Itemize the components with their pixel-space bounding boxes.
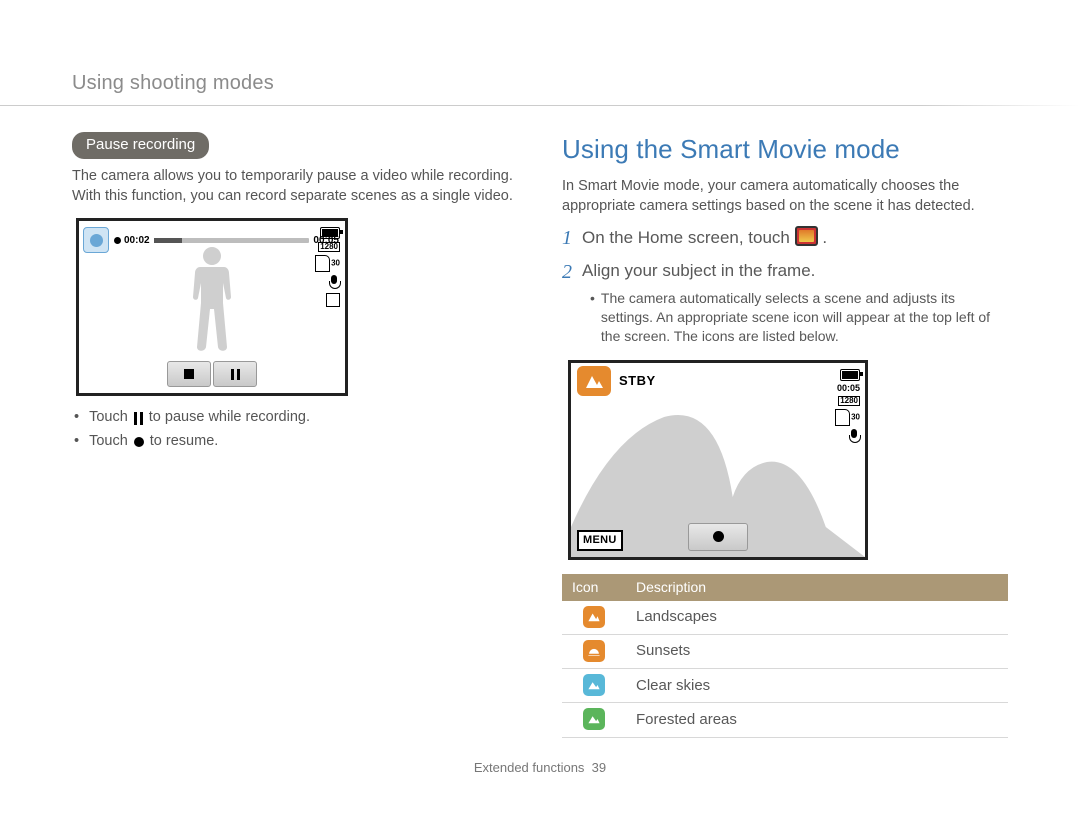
clear-sky-icon bbox=[583, 674, 605, 696]
recording-screen-mockup: 00:02 00:05 1280 30 bbox=[76, 218, 348, 396]
row-desc: Landscapes bbox=[626, 601, 1008, 635]
pause-intro: The camera allows you to temporarily pau… bbox=[72, 167, 518, 206]
step-2-sub-text: The camera automatically selects a scene… bbox=[601, 289, 1008, 346]
forest-icon bbox=[583, 708, 605, 730]
battery-icon-2 bbox=[840, 369, 860, 381]
subject-silhouette bbox=[183, 247, 241, 357]
chapter-title: Using shooting modes bbox=[72, 72, 274, 95]
stby-label: STBY bbox=[619, 372, 656, 390]
scene-badge-icon bbox=[577, 366, 611, 396]
sd-fps: 30 bbox=[315, 255, 340, 272]
sd-fps-2: 30 bbox=[835, 409, 860, 426]
section-title: Using the Smart Movie mode bbox=[562, 132, 1008, 167]
chapter-underline bbox=[0, 105, 1080, 106]
step-1-text-post: . bbox=[822, 228, 827, 247]
row-desc: Clear skies bbox=[626, 669, 1008, 703]
playback-controls bbox=[167, 361, 257, 387]
smart-movie-icon bbox=[795, 226, 818, 246]
th-desc: Description bbox=[626, 574, 1008, 601]
status-icons: 1280 30 bbox=[310, 227, 340, 307]
elapsed-time: 00:02 bbox=[124, 234, 150, 248]
row-desc: Sunsets bbox=[626, 634, 1008, 668]
pause-recording-pill: Pause recording bbox=[72, 132, 209, 159]
step-1: 1 On the Home screen, touch . bbox=[562, 226, 1008, 250]
mic-icon-2 bbox=[848, 429, 860, 444]
pause-bullet: Touch to pause while recording. bbox=[74, 408, 518, 428]
footer-page: 39 bbox=[592, 760, 606, 775]
page-body: Pause recording The camera allows you to… bbox=[0, 0, 1080, 738]
mic-icon bbox=[328, 275, 340, 290]
table-row: Forested areas bbox=[562, 703, 1008, 737]
mode-icon bbox=[83, 227, 109, 253]
status-icons-2: 00:05 1280 30 bbox=[830, 369, 860, 444]
scene-icon-table: Icon Description Landscapes Sunsets Clea… bbox=[562, 574, 1008, 738]
step-2-text: Align your subject in the frame. bbox=[582, 260, 815, 283]
smart-movie-intro: In Smart Movie mode, your camera automat… bbox=[562, 177, 1008, 216]
stby-topbar: STBY bbox=[577, 368, 859, 394]
record-indicator-icon bbox=[114, 237, 121, 244]
record-dot-icon bbox=[134, 437, 144, 447]
resolution-badge-2: 1280 bbox=[838, 396, 860, 406]
step-number-1: 1 bbox=[562, 228, 572, 248]
battery-icon bbox=[320, 227, 340, 239]
pause-instructions: Touch to pause while recording. Touch to… bbox=[74, 408, 518, 451]
pause-button[interactable] bbox=[213, 361, 257, 387]
resume-bullet: Touch to resume. bbox=[74, 432, 518, 452]
landscape-icon bbox=[583, 606, 605, 628]
smart-movie-screen-mockup: STBY 00:05 1280 30 MENU bbox=[568, 360, 868, 560]
step-2-sub: The camera automatically selects a scene… bbox=[590, 289, 1008, 346]
menu-button[interactable]: MENU bbox=[577, 530, 623, 551]
sunset-icon bbox=[583, 640, 605, 662]
time-remaining: 00:05 bbox=[837, 384, 860, 393]
right-column: Using the Smart Movie mode In Smart Movi… bbox=[562, 70, 1008, 738]
pause-icon bbox=[134, 412, 143, 425]
step-2: 2 Align your subject in the frame. bbox=[562, 260, 1008, 283]
step-number-2: 2 bbox=[562, 262, 572, 282]
progress-bar bbox=[154, 238, 310, 243]
stabilizer-icon bbox=[326, 293, 340, 307]
table-row: Sunsets bbox=[562, 634, 1008, 668]
row-desc: Forested areas bbox=[626, 703, 1008, 737]
footer-section: Extended functions bbox=[474, 760, 585, 775]
left-column: Pause recording The camera allows you to… bbox=[72, 70, 518, 738]
resolution-badge: 1280 bbox=[318, 242, 340, 252]
table-row: Clear skies bbox=[562, 669, 1008, 703]
th-icon: Icon bbox=[562, 574, 626, 601]
table-row: Landscapes bbox=[562, 601, 1008, 635]
stop-button[interactable] bbox=[167, 361, 211, 387]
step-1-text-pre: On the Home screen, touch bbox=[582, 228, 795, 247]
page-footer: Extended functions 39 bbox=[0, 760, 1080, 775]
record-control bbox=[688, 523, 748, 551]
record-button[interactable] bbox=[688, 523, 748, 551]
